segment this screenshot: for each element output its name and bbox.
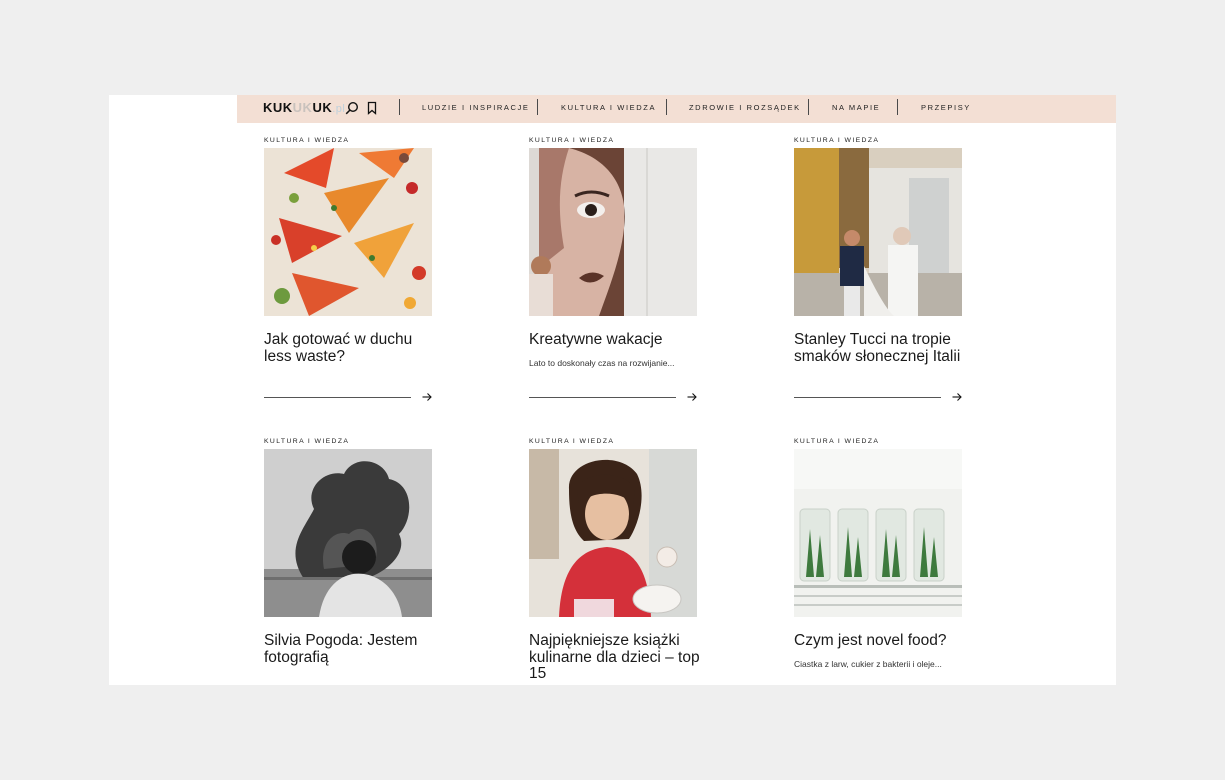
article-title[interactable]: Kreatywne wakacje [529,331,704,349]
site-logo[interactable]: KUKUKUK.pl [263,100,345,115]
article-category[interactable]: KULTURA I WIEDZA [264,137,349,144]
article-category[interactable]: KULTURA I WIEDZA [794,438,879,445]
article-category[interactable]: KULTURA I WIEDZA [529,137,614,144]
article-title[interactable]: Jak gotować w duchu less waste? [264,331,439,365]
nav-link-ludzie-i-inspiracje[interactable]: LUDZIE I INSPIRACJE [422,103,530,112]
article-divider [529,397,676,398]
nav-divider [808,99,809,115]
nav-link-przepisy[interactable]: PRZEPISY [921,103,971,112]
nav-link-zdrowie-i-rozsadek[interactable]: ZDROWIE I ROZSĄDEK [689,103,801,112]
nav-link-na-mapie[interactable]: NA MAPIE [832,103,880,112]
article-image[interactable] [264,449,432,617]
article-title[interactable]: Najpiękniejsze książki kulinarne dla dzi… [529,632,704,683]
arrow-right-icon[interactable] [952,391,962,403]
article-title[interactable]: Stanley Tucci na tropie smaków słoneczne… [794,331,969,365]
article-image[interactable] [529,449,697,617]
arrow-right-icon[interactable] [422,391,432,403]
article-category[interactable]: KULTURA I WIEDZA [529,438,614,445]
article-divider [794,397,941,398]
article-image[interactable] [264,148,432,316]
nav-divider [537,99,538,115]
article-image[interactable] [529,148,697,316]
article-category[interactable]: KULTURA I WIEDZA [794,137,879,144]
article-divider [264,397,411,398]
search-icon[interactable] [345,101,359,115]
bookmark-icon[interactable] [365,101,379,115]
article-title[interactable]: Czym jest novel food? [794,632,969,650]
article-image[interactable] [794,148,962,316]
nav-divider [399,99,400,115]
nav-link-kultura-i-wiedza[interactable]: KULTURA I WIEDZA [561,103,656,112]
article-excerpt: Ciastka z larw, cukier z bakterii i olej… [794,659,942,669]
top-navbar: KUKUKUK.pl LUDZIE I INSPIRACJE KULTURA I… [237,95,1116,123]
article-category[interactable]: KULTURA I WIEDZA [264,438,349,445]
article-title[interactable]: Silvia Pogoda: Jestem fotografią [264,632,439,666]
nav-divider [897,99,898,115]
arrow-right-icon[interactable] [687,391,697,403]
nav-divider [666,99,667,115]
article-image[interactable] [794,449,962,617]
page-frame: KUKUKUK.pl LUDZIE I INSPIRACJE KULTURA I… [109,95,1116,685]
article-excerpt: Lato to doskonały czas na rozwijanie... [529,358,675,368]
